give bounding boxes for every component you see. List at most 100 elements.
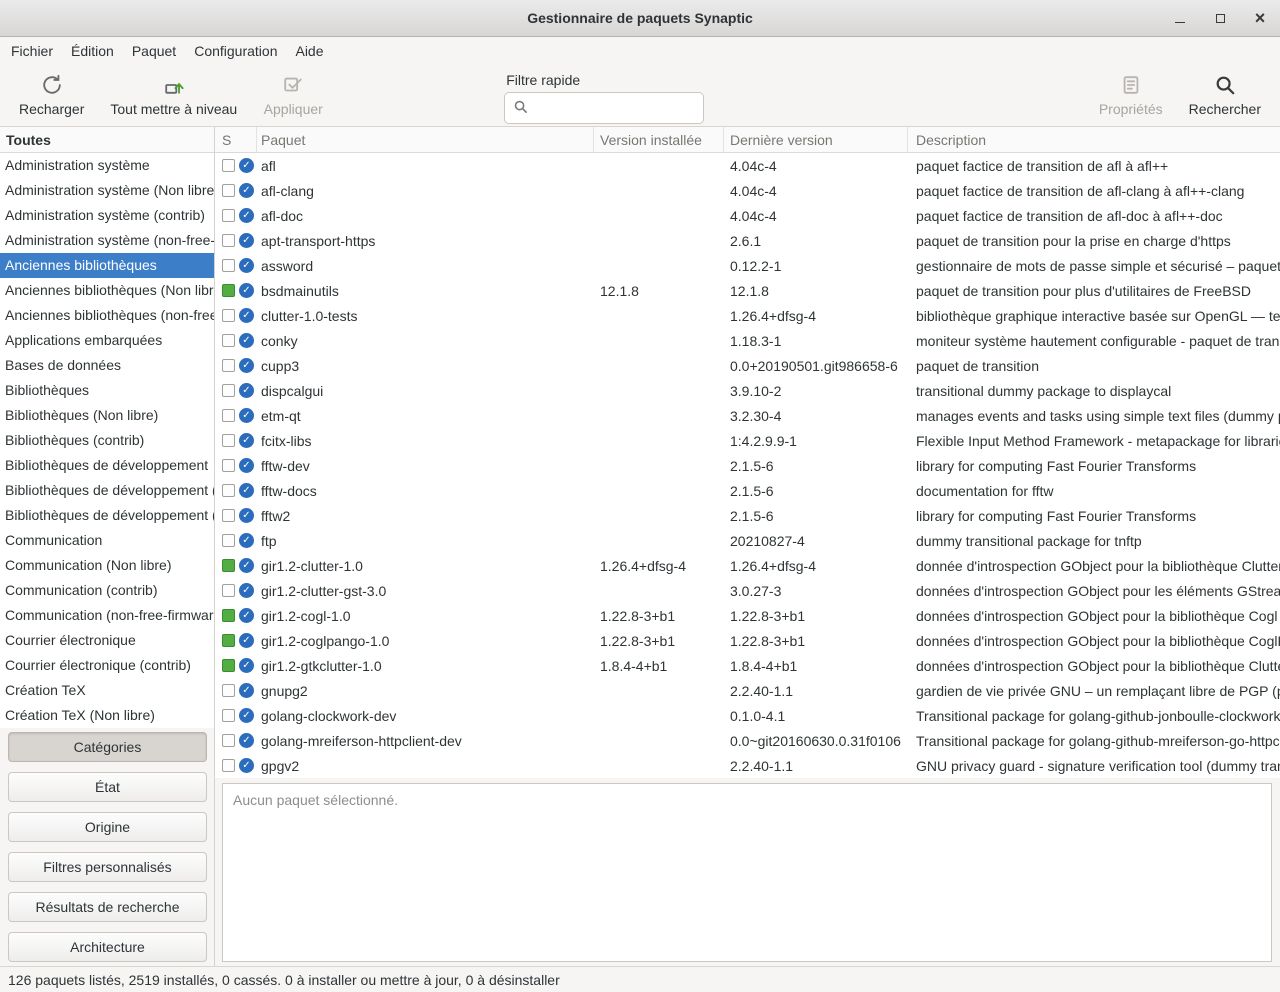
sidebar-button-filtres-personnalis-s[interactable]: Filtres personnalisés [8,852,207,882]
sidebar-category[interactable]: Administration système (contrib) [0,203,214,228]
sidebar-category[interactable]: Courrier électronique [0,628,214,653]
menu-aide[interactable]: Aide [286,37,332,64]
package-checkbox[interactable] [222,459,235,472]
sidebar-button-origine[interactable]: Origine [8,812,207,842]
sidebar-category[interactable]: Bibliothèques de développement (Non libr… [0,478,214,503]
package-row[interactable]: ✓gir1.2-gtkclutter-1.01.8.4-4+b11.8.4-4+… [215,653,1280,678]
package-checkbox[interactable] [222,259,235,272]
package-checkbox[interactable] [222,184,235,197]
package-row[interactable]: ✓bsdmainutils12.1.812.1.8paquet de trans… [215,278,1280,303]
package-checkbox[interactable] [222,634,235,647]
sidebar-category[interactable]: Bases de données [0,353,214,378]
sidebar-category[interactable]: Administration système (Non libre) [0,178,214,203]
package-checkbox[interactable] [222,209,235,222]
sidebar-category[interactable]: Administration système (non-free-firmwar… [0,228,214,253]
package-row[interactable]: ✓fftw-dev2.1.5-6library for computing Fa… [215,453,1280,478]
package-row[interactable]: ✓gir1.2-coglpango-1.01.22.8-3+b11.22.8-3… [215,628,1280,653]
sidebar-category[interactable]: Communication (non-free-firmware) [0,603,214,628]
package-checkbox[interactable] [222,409,235,422]
installed-version: 1.22.8-3+b1 [594,608,724,624]
sidebar-category[interactable]: Anciennes bibliothèques (Non libre) [0,278,214,303]
sidebar-category[interactable]: Communication (contrib) [0,578,214,603]
maximize-button[interactable] [1212,10,1228,26]
package-row[interactable]: ✓gir1.2-clutter-1.01.26.4+dfsg-41.26.4+d… [215,553,1280,578]
package-row[interactable]: ✓dispcalgui3.9.10-2transitional dummy pa… [215,378,1280,403]
reload-button[interactable]: Recharger [6,70,97,121]
sidebar-category[interactable]: Bibliothèques de développement [0,453,214,478]
package-checkbox[interactable] [222,534,235,547]
package-row[interactable]: ✓gir1.2-cogl-1.01.22.8-3+b11.22.8-3+b1do… [215,603,1280,628]
package-checkbox[interactable] [222,434,235,447]
menu-configuration[interactable]: Configuration [185,37,286,64]
menu-fichier[interactable]: Fichier [2,37,62,64]
package-row[interactable]: ✓afl-clang4.04c-4paquet factice de trans… [215,178,1280,203]
package-row[interactable]: ✓afl4.04c-4paquet factice de transition … [215,153,1280,178]
menu-paquet[interactable]: Paquet [123,37,185,64]
package-row[interactable]: ✓gnupg22.2.40-1.1gardien de vie privée G… [215,678,1280,703]
package-checkbox[interactable] [222,709,235,722]
sidebar-header[interactable]: Toutes [0,127,214,153]
sidebar-button-architecture[interactable]: Architecture [8,932,207,962]
sidebar-category[interactable]: Anciennes bibliothèques (non-free-firmwa… [0,303,214,328]
column-header-version-installee[interactable]: Version installée [594,127,724,152]
sidebar-category[interactable]: Anciennes bibliothèques [0,253,214,278]
package-row[interactable]: ✓assword0.12.2-1gestionnaire de mots de … [215,253,1280,278]
column-header-description[interactable]: Description [908,127,1280,152]
sidebar-category[interactable]: Bibliothèques [0,378,214,403]
sidebar-category[interactable]: Bibliothèques de développement (contrib) [0,503,214,528]
quick-filter-input[interactable] [534,100,695,116]
sidebar-button-cat-gories[interactable]: Catégories [8,732,207,762]
package-checkbox[interactable] [222,159,235,172]
column-header-s[interactable]: S [215,127,257,152]
package-checkbox[interactable] [222,234,235,247]
package-row[interactable]: ✓golang-mreiferson-httpclient-dev0.0~git… [215,728,1280,753]
package-checkbox[interactable] [222,734,235,747]
package-row[interactable]: ✓ftp20210827-4dummy transitional package… [215,528,1280,553]
column-header-paquet[interactable]: Paquet [257,127,594,152]
package-row[interactable]: ✓cupp30.0+20190501.git986658-6paquet de … [215,353,1280,378]
sidebar-category[interactable]: Bibliothèques (Non libre) [0,403,214,428]
package-checkbox[interactable] [222,484,235,497]
package-checkbox[interactable] [222,609,235,622]
close-button[interactable]: × [1252,10,1268,26]
sidebar-category[interactable]: Création TeX (Non libre) [0,703,214,728]
sidebar-category[interactable]: Courrier électronique (contrib) [0,653,214,678]
package-row[interactable]: ✓golang-clockwork-dev0.1.0-4.1Transition… [215,703,1280,728]
package-checkbox[interactable] [222,384,235,397]
apply-button[interactable]: Appliquer [250,70,336,121]
package-row[interactable]: ✓gpgv22.2.40-1.1GNU privacy guard - sign… [215,753,1280,778]
upgrade-all-button[interactable]: Tout mettre à niveau [97,70,250,121]
sidebar-category[interactable]: Bibliothèques (contrib) [0,428,214,453]
package-checkbox[interactable] [222,309,235,322]
package-row[interactable]: ✓fftw22.1.5-6library for computing Fast … [215,503,1280,528]
search-button[interactable]: Rechercher [1176,70,1274,121]
package-checkbox[interactable] [222,284,235,297]
package-row[interactable]: ✓clutter-1.0-tests1.26.4+dfsg-4bibliothè… [215,303,1280,328]
properties-button[interactable]: Propriétés [1086,70,1176,121]
package-checkbox[interactable] [222,584,235,597]
menu-edition[interactable]: Édition [62,37,123,64]
sidebar-category[interactable]: Administration système [0,153,214,178]
package-checkbox[interactable] [222,359,235,372]
package-row[interactable]: ✓gir1.2-clutter-gst-3.03.0.27-3données d… [215,578,1280,603]
package-row[interactable]: ✓fftw-docs2.1.5-6documentation for fftw [215,478,1280,503]
package-row[interactable]: ✓conky1.18.3-1moniteur système hautement… [215,328,1280,353]
package-checkbox[interactable] [222,334,235,347]
package-checkbox[interactable] [222,559,235,572]
column-header-derniere-version[interactable]: Dernière version [724,127,908,152]
package-checkbox[interactable] [222,759,235,772]
package-row[interactable]: ✓apt-transport-https2.6.1paquet de trans… [215,228,1280,253]
package-row[interactable]: ✓afl-doc4.04c-4paquet factice de transit… [215,203,1280,228]
package-checkbox[interactable] [222,684,235,697]
package-row[interactable]: ✓fcitx-libs1:4.2.9.9-1Flexible Input Met… [215,428,1280,453]
package-row[interactable]: ✓etm-qt3.2.30-4manages events and tasks … [215,403,1280,428]
sidebar-category[interactable]: Communication [0,528,214,553]
sidebar-button--tat[interactable]: État [8,772,207,802]
sidebar-category[interactable]: Création TeX [0,678,214,703]
package-checkbox[interactable] [222,509,235,522]
sidebar-category[interactable]: Communication (Non libre) [0,553,214,578]
package-checkbox[interactable] [222,659,235,672]
sidebar-button-r-sultats-de-recherche[interactable]: Résultats de recherche [8,892,207,922]
sidebar-category[interactable]: Applications embarquées [0,328,214,353]
minimize-button[interactable] [1172,10,1188,26]
